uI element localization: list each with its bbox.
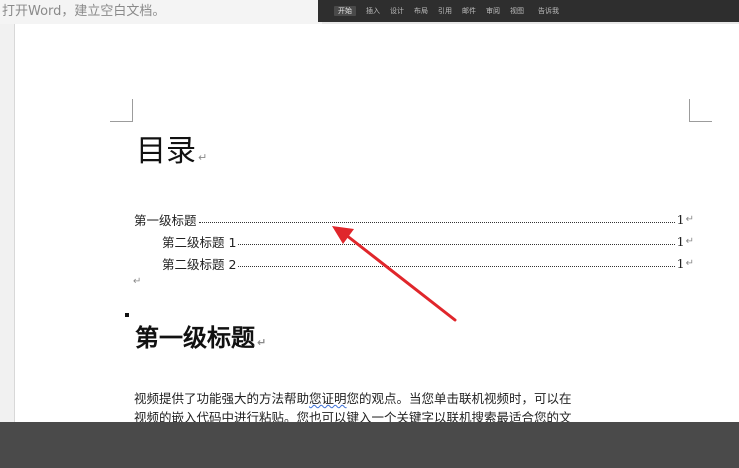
arrow-head-icon [332, 226, 354, 244]
annotation-arrow [332, 226, 457, 322]
arrow-shaft [344, 233, 457, 322]
